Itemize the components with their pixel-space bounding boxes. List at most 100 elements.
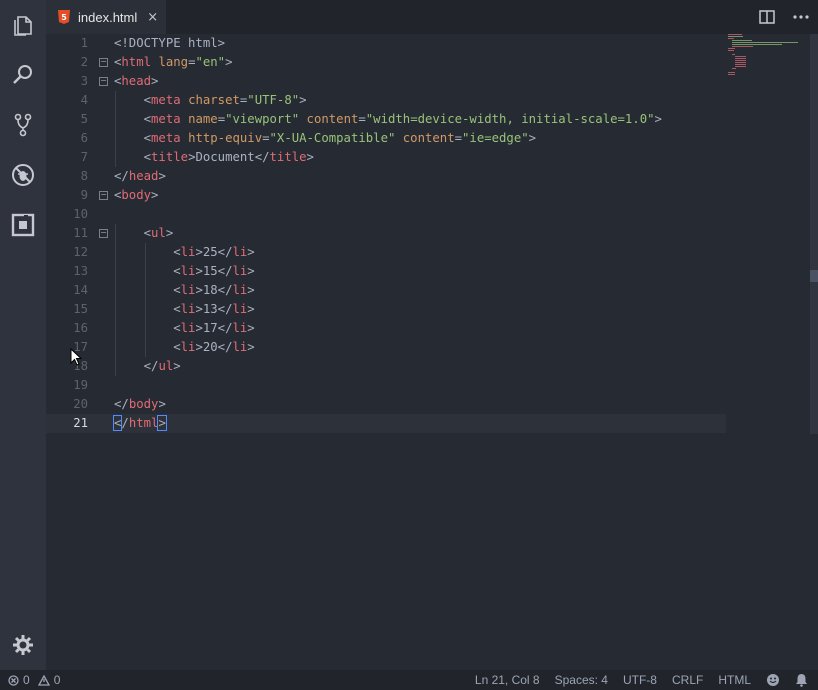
code-line[interactable]: </ul> (114, 357, 181, 376)
source-control-icon (14, 113, 32, 137)
split-editor-button[interactable] (750, 0, 784, 34)
indent-guide (145, 243, 147, 357)
line-number: 5 (80, 112, 88, 126)
extensions-button[interactable] (0, 200, 46, 250)
more-actions-icon (793, 15, 809, 19)
code-line[interactable]: <li>17</li> (114, 319, 254, 338)
tab-actions (750, 0, 818, 34)
code-area[interactable]: <!DOCTYPE html> <html lang="en"> <head> <m… (112, 34, 726, 670)
feedback-smiley-icon[interactable] (766, 673, 780, 687)
code-line[interactable]: <meta http-equiv="X-UA-Compatible" conte… (114, 129, 536, 148)
line-number: 12 (73, 245, 88, 259)
minimap[interactable] (728, 34, 810, 94)
vertical-scrollbar[interactable] (810, 34, 818, 434)
line-number: 16 (73, 321, 88, 335)
line-number: 4 (80, 93, 88, 107)
problems-indicator[interactable]: 0 0 (8, 670, 60, 690)
minimap-line (735, 66, 746, 67)
end-of-line[interactable]: CRLF (672, 673, 703, 687)
code-line[interactable]: <meta charset="UTF-8"> (114, 91, 307, 110)
minimap-line (731, 68, 737, 69)
explorer-icon (14, 16, 32, 36)
line-number: 14 (73, 283, 88, 297)
source-control-button[interactable] (0, 100, 46, 150)
code-line[interactable]: <body> (114, 186, 158, 205)
code-line[interactable]: <html lang="en"> (114, 53, 233, 72)
code-line[interactable]: <li>25</li> (114, 243, 254, 262)
mouse-pointer-icon (70, 348, 82, 366)
minimap-line (735, 62, 746, 63)
extensions-icon (11, 213, 35, 237)
line-number: 9 (80, 188, 88, 202)
line-number: 6 (80, 131, 88, 145)
code-editor[interactable]: 1 2−3−4 5 6 7 8 9−10 11−12 13 14 15 16 17 18 19 20 21 <!… (46, 34, 818, 670)
file-encoding[interactable]: UTF-8 (623, 673, 657, 687)
status-bar-right: Ln 21, Col 8 Spaces: 4 UTF-8 CRLF HTML (475, 670, 808, 690)
code-line[interactable]: <li>13</li> (114, 300, 254, 319)
explorer-button[interactable] (0, 0, 46, 50)
code-line[interactable]: <meta name="viewport" content="width=dev… (114, 110, 662, 129)
code-line[interactable]: <ul> (114, 224, 174, 243)
fold-toggle-icon[interactable]: − (99, 229, 108, 238)
line-number: 11 (73, 226, 88, 240)
more-actions-button[interactable] (784, 0, 818, 34)
indentation-setting[interactable]: Spaces: 4 (555, 673, 608, 687)
warning-icon (37, 674, 50, 686)
line-number: 1 (80, 36, 88, 50)
minimap-line (731, 42, 799, 43)
minimap-line (731, 54, 736, 55)
code-line[interactable]: <!DOCTYPE html> (114, 34, 225, 53)
language-mode[interactable]: HTML (718, 673, 751, 687)
minimap-line (728, 48, 735, 49)
minimap-line (731, 46, 754, 47)
minimap-line (728, 38, 734, 39)
line-number: 8 (80, 169, 88, 183)
minimap-line (728, 74, 735, 75)
indent-guide (115, 91, 116, 167)
line-number: 15 (73, 302, 88, 316)
scrollbar-thumb[interactable] (810, 270, 818, 282)
fold-toggle-icon[interactable]: − (99, 77, 108, 86)
settings-button[interactable] (0, 620, 46, 670)
code-line[interactable]: <li>20</li> (114, 338, 254, 357)
tab-index-html[interactable]: 5 index.html × (46, 0, 166, 34)
line-number: 10 (73, 207, 88, 221)
minimap-line (731, 40, 753, 41)
minimap-line (728, 72, 735, 73)
warning-count: 0 (53, 673, 61, 687)
status-bar: 0 0 Ln 21, Col 8 Spaces: 4 UTF-8 CRLF HT… (0, 670, 818, 690)
split-editor-icon (759, 10, 775, 24)
error-icon (8, 674, 19, 686)
code-line[interactable]: </html> (112, 414, 167, 433)
code-line[interactable]: </body> (114, 395, 166, 414)
code-line[interactable]: <title>Document</title> (114, 148, 314, 167)
fold-toggle-icon[interactable]: − (99, 191, 108, 200)
minimap-line (735, 56, 746, 57)
search-icon (13, 65, 32, 84)
minimap-line (728, 50, 734, 51)
debug-button[interactable] (0, 150, 46, 200)
indent-guide (115, 224, 116, 376)
fold-toggle-icon[interactable]: − (99, 58, 108, 67)
minimap-line (735, 58, 746, 59)
line-number: 3 (80, 74, 88, 88)
code-line[interactable]: <li>15</li> (114, 262, 254, 281)
line-number: 13 (73, 264, 88, 278)
code-line[interactable]: </head> (114, 167, 166, 186)
search-button[interactable] (0, 50, 46, 100)
error-count: 0 (23, 673, 30, 687)
code-line[interactable]: <head> (114, 72, 158, 91)
settings-gear-icon (13, 635, 33, 655)
line-number: 7 (80, 150, 88, 164)
debug-icon (12, 164, 34, 186)
minimap-line (731, 44, 782, 45)
minimap-line (728, 34, 743, 35)
line-number: 2 (80, 55, 88, 69)
cursor-position[interactable]: Ln 21, Col 8 (475, 673, 540, 687)
tab-close-button[interactable]: × (147, 10, 158, 25)
line-number: 19 (73, 378, 88, 392)
editor-tab-bar: 5 index.html × (46, 0, 818, 34)
line-number: 20 (73, 397, 88, 411)
code-line[interactable]: <li>18</li> (114, 281, 254, 300)
notifications-bell-icon[interactable] (795, 673, 808, 687)
